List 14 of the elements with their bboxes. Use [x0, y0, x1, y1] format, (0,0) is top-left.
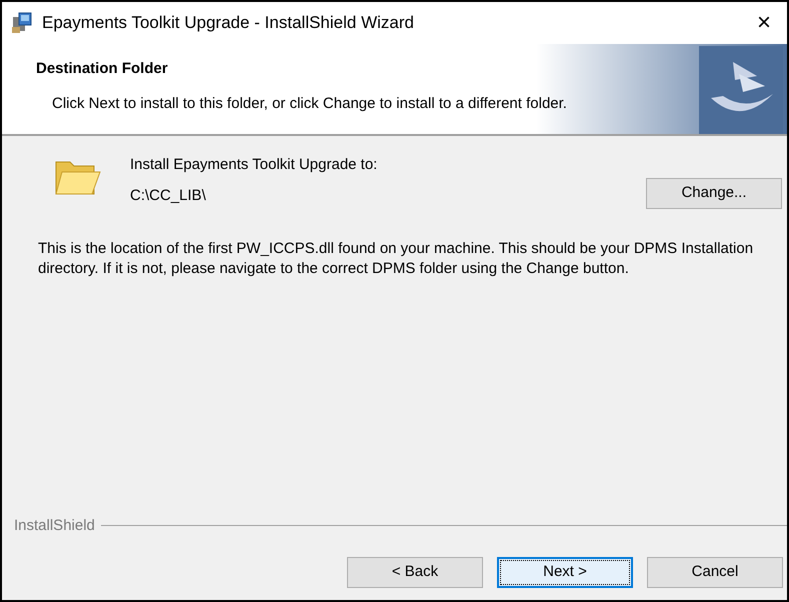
change-button[interactable]: Change... — [646, 178, 782, 209]
page-title: Destination Folder — [36, 59, 169, 79]
wizard-button[interactable]: < Back — [347, 557, 483, 588]
location-note: This is the location of the first PW_ICCPS.dll found on your machine. This should be your DPMS Installation directory. If it is not, please navigate to the correct DPMS folder using the Change button. — [38, 239, 754, 279]
wizard-button[interactable]: Cancel — [647, 557, 783, 588]
install-to-label: Install Epayments Toolkit Upgrade to: — [130, 155, 378, 175]
wizard-button[interactable]: Next > — [497, 557, 633, 588]
installer-app-icon — [10, 11, 34, 35]
close-button[interactable]: × — [748, 11, 779, 35]
installshield-brand: InstallShield — [14, 516, 95, 536]
installer-logo-icon — [699, 46, 783, 134]
window-title: Epayments Toolkit Upgrade - InstallShield Wizard — [42, 12, 415, 34]
destination-path: C:\CC_LIB\ — [130, 186, 207, 206]
page-subtitle: Click Next to install to this folder, or click Change to install to a different folder. — [51, 94, 568, 114]
